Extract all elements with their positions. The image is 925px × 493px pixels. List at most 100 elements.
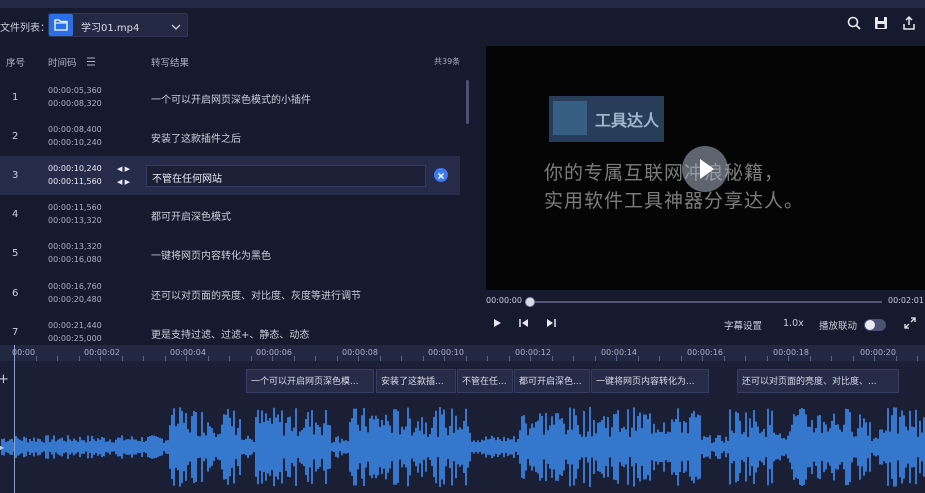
table-row[interactable]: 4 00:00:11,560 00:00:13,320 都可开启深色模式 (0, 195, 460, 234)
ruler-tick (207, 356, 209, 361)
row-index: 1 (12, 92, 19, 103)
ruler-tick (616, 356, 617, 361)
close-icon[interactable] (434, 168, 448, 182)
row-start-time[interactable]: 00:00:10,240 (48, 164, 102, 173)
subtitle-clip[interactable]: 还可以对页面的亮度、对比度、... (737, 369, 899, 393)
video-logo: 工具达人 (549, 96, 664, 142)
ruler-tick (250, 356, 252, 361)
table-row[interactable]: 2 00:00:08,400 00:00:10,240 安装了这款插件之后 (0, 117, 460, 156)
row-end-time[interactable]: 00:00:11,560 (48, 177, 102, 186)
table-row[interactable]: 5 00:00:13,320 00:00:16,080 一键将网页内容转化为黑色 (0, 234, 460, 273)
speed-button[interactable]: 1.0x (783, 318, 804, 329)
ruler-tick (680, 356, 682, 361)
ruler-tick (444, 356, 445, 361)
row-index: 5 (12, 248, 19, 259)
row-end-time: 00:00:13,320 (48, 216, 102, 225)
ruler-tick (315, 356, 316, 361)
progress-handle[interactable] (525, 297, 535, 307)
duration: 00:02:01 (888, 296, 924, 305)
row-text[interactable]: 还可以对页面的亮度、对比度、灰度等进行调节 (151, 287, 361, 302)
row-text[interactable]: 安装了这款插件之后 (151, 130, 241, 145)
subtitle-clip[interactable]: 一键将网页内容转化为... (591, 369, 709, 393)
ruler-tick (766, 356, 768, 361)
col-result: 转写结果 (151, 58, 190, 69)
fullscreen-icon[interactable] (904, 317, 916, 329)
row-index: 6 (12, 288, 19, 299)
table-row-selected[interactable]: 3 00:00:10,240 00:00:11,560 ◀ ▶ ◀ ▶ 不管在任… (0, 156, 460, 195)
audio-waveform[interactable] (0, 401, 925, 493)
table-row[interactable]: 1 00:00:05,360 00:00:08,320 一个可以开启网页深色模式… (0, 78, 460, 117)
ruler-tick (659, 356, 660, 361)
table-header: 序号 时间码 转写结果 共39条 (0, 50, 470, 72)
row-start-time: 00:00:16,760 (48, 282, 102, 291)
track-play-icon[interactable]: ▶ (0, 443, 4, 452)
playhead[interactable] (14, 345, 15, 493)
row-text[interactable]: 一键将网页内容转化为黑色 (151, 247, 271, 262)
start-time-adjust-icon[interactable]: ◀ ▶ (117, 165, 130, 173)
video-caption-line2: 实用软件工具神器分享达人。 (544, 190, 805, 212)
row-start-time: 00:00:13,320 (48, 242, 102, 251)
subtitle-clip[interactable]: 一个可以开启网页深色模... (246, 369, 374, 393)
tick-label: 00:00:18 (773, 348, 809, 357)
timeline[interactable]: 00:00 00:00:02 00:00:04 00:00:06 00:00:0… (0, 345, 925, 493)
row-start-time: 00:00:11,560 (48, 203, 102, 212)
list-scrollbar[interactable] (466, 80, 469, 124)
file-select[interactable]: 学习01.mp4 (48, 13, 188, 37)
logo-text: 工具达人 (595, 111, 660, 130)
ruler-tick (401, 356, 402, 361)
row-text-input[interactable]: 不管在任何网站 (146, 165, 426, 187)
row-text[interactable]: 更是支持过滤、过滤+、静态、动态 (151, 326, 309, 341)
subtitle-track: 一个可以开启网页深色模... 安装了这款插... 不管在任... 都可开启深色.… (0, 367, 925, 397)
subtitle-settings-button[interactable]: 字幕设置 (724, 318, 762, 332)
previous-icon[interactable] (518, 317, 530, 329)
ruler-tick (551, 356, 553, 361)
folder-icon[interactable] (49, 14, 73, 36)
tick-label: 00:00:16 (687, 348, 723, 357)
ruler-tick (272, 356, 273, 361)
table-row[interactable]: 6 00:00:16,760 00:00:20,480 还可以对页面的亮度、对比… (0, 274, 460, 313)
export-icon[interactable] (901, 15, 917, 31)
ruler-tick (917, 356, 918, 361)
ruler-tick (508, 356, 510, 361)
ruler-tick (745, 356, 746, 361)
subtitle-clip[interactable]: 安装了这款插... (376, 369, 456, 393)
window-top-strip (0, 0, 925, 8)
col-index: 序号 (6, 58, 26, 69)
ruler-tick (895, 356, 897, 361)
play-icon[interactable] (491, 317, 503, 329)
chevron-down-icon[interactable] (171, 18, 181, 37)
subtitle-clip[interactable]: 都可开启深色... (514, 369, 590, 393)
progress-bar[interactable] (526, 301, 882, 303)
row-text[interactable]: 都可开启深色模式 (151, 208, 231, 223)
tick-label: 00:00:20 (860, 348, 896, 357)
sync-play-toggle[interactable] (864, 319, 886, 331)
ruler-tick (186, 356, 187, 361)
tick-label: 00:00:06 (256, 348, 292, 357)
play-overlay-button[interactable] (682, 146, 728, 192)
ruler-tick (78, 356, 80, 361)
end-time-adjust-icon[interactable]: ◀ ▶ (117, 178, 130, 186)
row-end-time: 00:00:16,080 (48, 255, 102, 264)
list-icon[interactable] (86, 57, 96, 66)
ruler-tick (465, 356, 467, 361)
time-ruler[interactable]: 00:00 00:00:02 00:00:04 00:00:06 00:00:0… (0, 345, 925, 361)
row-end-time: 00:00:25,000 (48, 334, 102, 343)
search-icon[interactable] (846, 15, 862, 31)
ruler-tick (422, 356, 424, 361)
row-text[interactable]: 不管在任何网站 (152, 170, 222, 185)
ruler-tick (723, 356, 725, 361)
add-track-icon[interactable]: + (0, 372, 9, 387)
ruler-tick (852, 356, 854, 361)
ruler-tick (35, 356, 37, 361)
row-end-time: 00:00:08,320 (48, 99, 102, 108)
row-text[interactable]: 一个可以开启网页深色模式的小插件 (151, 91, 311, 106)
ruler-tick (100, 356, 101, 361)
toggle-knob (865, 320, 875, 330)
video-caption-line1: 你的专属互联网冲浪秘籍， (544, 162, 785, 184)
next-icon[interactable] (545, 317, 557, 329)
subtitle-clip[interactable]: 不管在任... (457, 369, 513, 393)
tick-label: 00:00:14 (601, 348, 637, 357)
ruler-tick (788, 356, 789, 361)
save-icon[interactable] (873, 15, 889, 31)
video-player[interactable]: 工具达人 你的专属互联网冲浪秘籍， 实用软件工具神器分享达人。 (486, 46, 925, 290)
